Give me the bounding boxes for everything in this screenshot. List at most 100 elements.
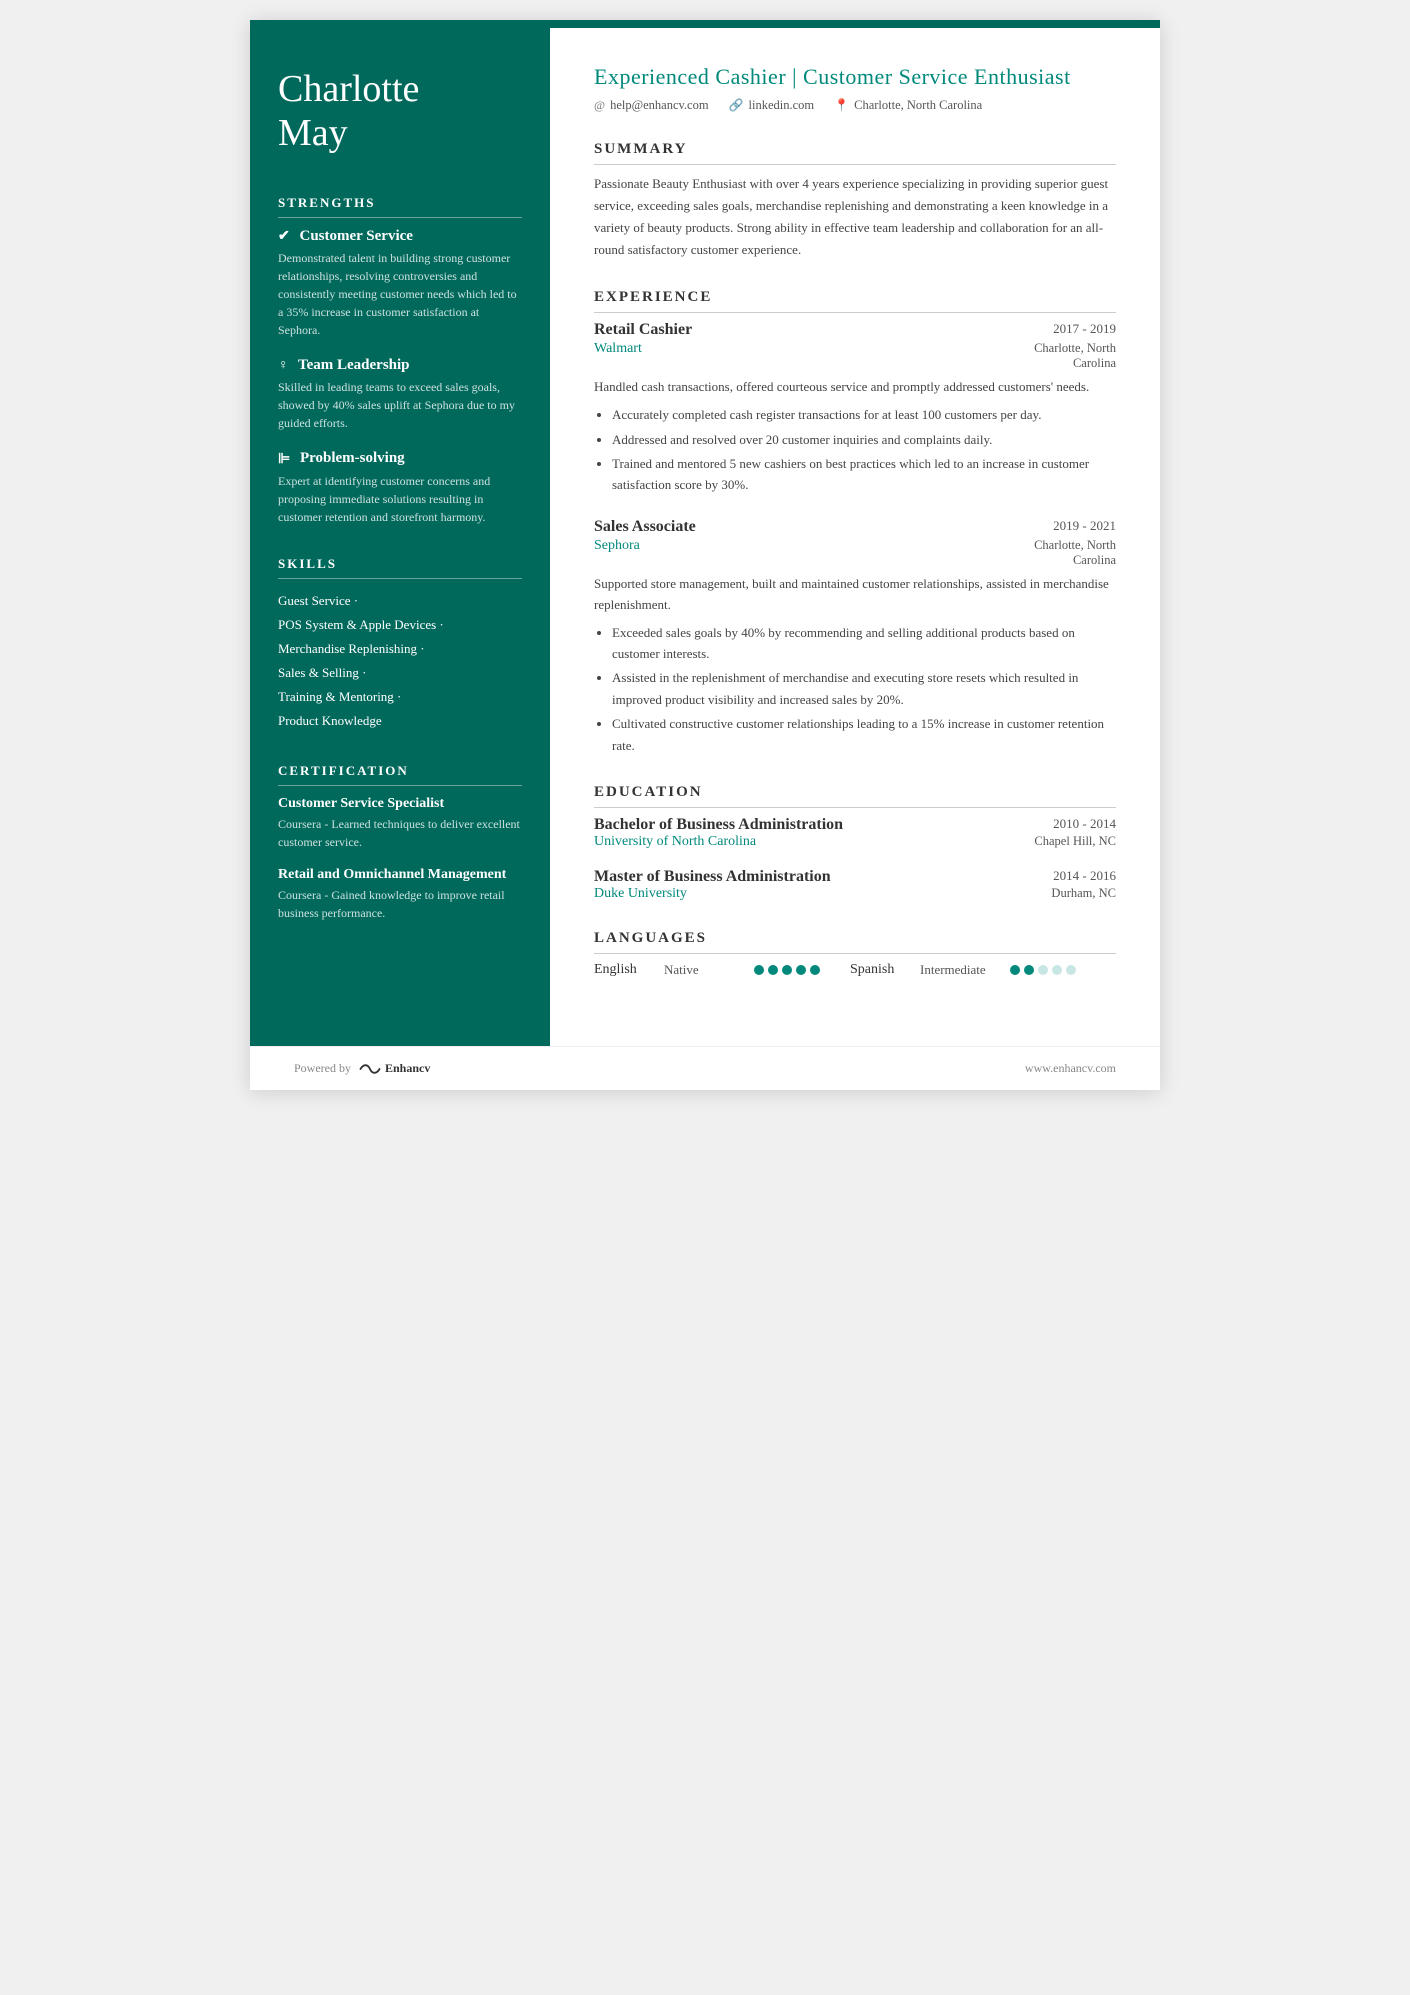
exp-bullet-2-2: Assisted in the replenishment of merchan… — [612, 667, 1116, 710]
exp-company-2: Sephora — [594, 538, 640, 554]
dot-s4 — [1052, 965, 1062, 975]
experience-title: EXPERIENCE — [594, 289, 1116, 313]
edu-school-line-1: University of North Carolina Chapel Hill… — [594, 834, 1116, 850]
dot-e3 — [782, 965, 792, 975]
skill-6: Product Knowledge — [278, 709, 522, 733]
skills-title: SKILLS — [278, 556, 522, 579]
skills-section: SKILLS Guest Service · POS System & Appl… — [278, 556, 522, 733]
languages-section: LANGUAGES English Native — [594, 930, 1116, 978]
experience-item-1: Retail Cashier 2017 - 2019 Walmart Charl… — [594, 321, 1116, 496]
languages-row: English Native Spanish Intermediate — [594, 962, 1116, 978]
edu-dates-2: 2014 - 2016 — [1053, 868, 1116, 884]
footer-left: Powered by Enhancv — [294, 1061, 430, 1076]
cert-item-2: Retail and Omnichannel Management Course… — [278, 867, 522, 922]
location-text: Charlotte, North Carolina — [854, 98, 982, 113]
edu-school-2: Duke University — [594, 886, 687, 902]
edu-location-2: Durham, NC — [1051, 886, 1116, 901]
strength-desc-2: Skilled in leading teams to exceed sales… — [278, 378, 522, 432]
exp-company-1: Walmart — [594, 341, 642, 357]
email-contact: @ help@enhancv.com — [594, 98, 709, 113]
dot-s5 — [1066, 965, 1076, 975]
candidate-name: Charlotte May — [278, 68, 522, 155]
dot-s1 — [1010, 965, 1020, 975]
exp-bullet-2-3: Cultivated constructive customer relatio… — [612, 713, 1116, 756]
exp-dates-1: 2017 - 2019 — [1053, 321, 1116, 337]
lang-dots-spanish — [1010, 965, 1076, 975]
education-title: EDUCATION — [594, 784, 1116, 808]
skill-1: Guest Service · — [278, 589, 522, 613]
exp-role-2: Sales Associate — [594, 518, 696, 536]
edu-item-2: Master of Business Administration 2014 -… — [594, 868, 1116, 902]
checkmark-icon: ✔ — [278, 228, 290, 245]
logo-svg — [359, 1062, 381, 1076]
cert-title-2: Retail and Omnichannel Management — [278, 867, 522, 883]
exp-dates-2: 2019 - 2021 — [1053, 518, 1116, 534]
skill-4: Sales & Selling · — [278, 661, 522, 685]
exp-bullet-2-1: Exceeded sales goals by 40% by recommend… — [612, 622, 1116, 665]
footer-right: www.enhancv.com — [1025, 1061, 1116, 1076]
exp-role-1: Retail Cashier — [594, 321, 692, 339]
cert-desc-2: Coursera - Gained knowledge to improve r… — [278, 886, 522, 922]
cert-desc-1: Coursera - Learned techniques to deliver… — [278, 815, 522, 851]
certification-section: CERTIFICATION Customer Service Specialis… — [278, 763, 522, 922]
dot-e5 — [810, 965, 820, 975]
lang-name-spanish: Spanish — [850, 962, 910, 978]
lang-name-english: English — [594, 962, 654, 978]
strength-title-1: ✔ Customer Service — [278, 228, 522, 245]
dot-s2 — [1024, 965, 1034, 975]
sidebar: Charlotte May STRENGTHS ✔ Customer Servi… — [250, 28, 550, 1046]
powered-by-text: Powered by — [294, 1061, 351, 1076]
edu-school-line-2: Duke University Durham, NC — [594, 886, 1116, 902]
summary-section: SUMMARY Passionate Beauty Enthusiast wit… — [594, 141, 1116, 261]
exp-header-1: Retail Cashier 2017 - 2019 — [594, 321, 1116, 339]
cert-item-1: Customer Service Specialist Coursera - L… — [278, 796, 522, 851]
exp-location-2: Charlotte, NorthCarolina — [1034, 538, 1116, 568]
brand-name: Enhancv — [385, 1061, 430, 1076]
name-line1: Charlotte — [278, 68, 419, 110]
strength-item-3: ⊫ Problem-solving Expert at identifying … — [278, 450, 522, 525]
exp-company-line-1: Walmart Charlotte, NorthCarolina — [594, 341, 1116, 371]
enhancv-logo: Enhancv — [359, 1061, 430, 1076]
edu-degree-2: Master of Business Administration — [594, 868, 831, 886]
main-title: Experienced Cashier | Customer Service E… — [594, 64, 1116, 90]
experience-section: EXPERIENCE Retail Cashier 2017 - 2019 Wa… — [594, 289, 1116, 756]
resume-wrapper: Charlotte May STRENGTHS ✔ Customer Servi… — [250, 20, 1160, 1090]
edu-dates-1: 2010 - 2014 — [1053, 816, 1116, 832]
exp-header-2: Sales Associate 2019 - 2021 — [594, 518, 1116, 536]
summary-title: SUMMARY — [594, 141, 1116, 165]
edu-degree-1: Bachelor of Business Administration — [594, 816, 843, 834]
edu-header-1: Bachelor of Business Administration 2010… — [594, 816, 1116, 834]
footer: Powered by Enhancv www.enhancv.com — [250, 1046, 1160, 1090]
summary-text: Passionate Beauty Enthusiast with over 4… — [594, 173, 1116, 261]
main-content: Experienced Cashier | Customer Service E… — [550, 28, 1160, 1046]
location-icon: 📍 — [834, 98, 849, 113]
strength-title-3: ⊫ Problem-solving — [278, 450, 522, 467]
dot-e4 — [796, 965, 806, 975]
edu-location-1: Chapel Hill, NC — [1034, 834, 1116, 849]
lang-level-spanish: Intermediate — [920, 962, 1000, 978]
location-contact: 📍 Charlotte, North Carolina — [834, 98, 982, 113]
strength-desc-1: Demonstrated talent in building strong c… — [278, 249, 522, 339]
resume-body: Charlotte May STRENGTHS ✔ Customer Servi… — [250, 28, 1160, 1046]
dot-s3 — [1038, 965, 1048, 975]
cert-title-1: Customer Service Specialist — [278, 796, 522, 812]
exp-bullets-1: Accurately completed cash register trans… — [594, 404, 1116, 496]
person-icon: ♀ — [278, 358, 289, 374]
skill-3: Merchandise Replenishing · — [278, 637, 522, 661]
strengths-section: STRENGTHS ✔ Customer Service Demonstrate… — [278, 195, 522, 525]
edu-item-1: Bachelor of Business Administration 2010… — [594, 816, 1116, 850]
top-bar — [250, 20, 1160, 28]
languages-title: LANGUAGES — [594, 930, 1116, 954]
strength-item-2: ♀ Team Leadership Skilled in leading tea… — [278, 357, 522, 432]
dot-e2 — [768, 965, 778, 975]
exp-bullet-1-3: Trained and mentored 5 new cashiers on b… — [612, 453, 1116, 496]
strengths-title: STRENGTHS — [278, 195, 522, 218]
dot-e1 — [754, 965, 764, 975]
language-english: English Native — [594, 962, 820, 978]
certification-title: CERTIFICATION — [278, 763, 522, 786]
skill-2: POS System & Apple Devices · — [278, 613, 522, 637]
strength-item-1: ✔ Customer Service Demonstrated talent i… — [278, 228, 522, 339]
exp-bullet-1-1: Accurately completed cash register trans… — [612, 404, 1116, 425]
strength-title-2: ♀ Team Leadership — [278, 357, 522, 374]
edu-header-2: Master of Business Administration 2014 -… — [594, 868, 1116, 886]
